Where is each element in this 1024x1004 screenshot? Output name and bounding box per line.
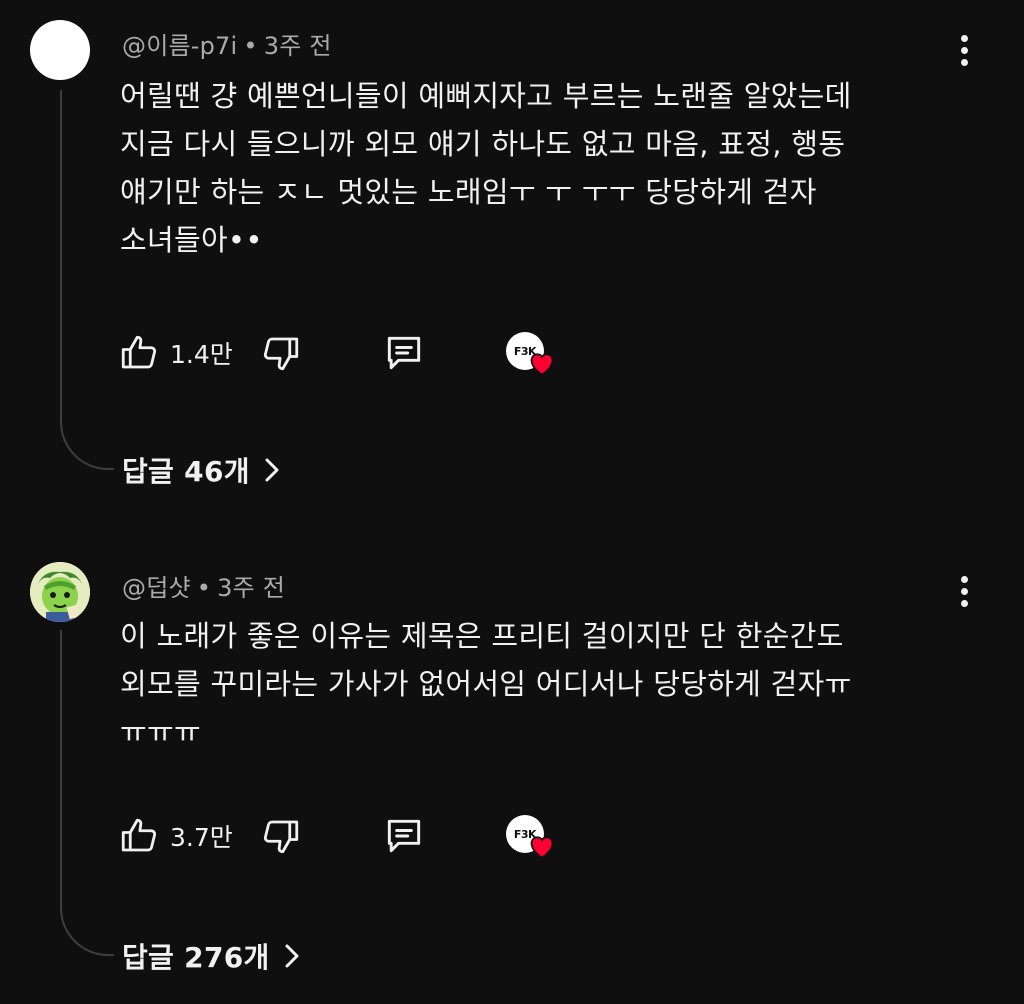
heart-icon (530, 353, 554, 376)
comment-actions: 3.7만 F3K (118, 811, 578, 861)
like-button[interactable]: 3.7만 (118, 811, 233, 861)
heart-icon (530, 836, 554, 859)
comment-icon (387, 336, 421, 370)
comment-time[interactable]: 3주 전 (217, 574, 285, 602)
chevron-right-icon (285, 944, 299, 968)
like-button[interactable]: 1.4만 (118, 328, 233, 378)
like-count: 3.7만 (170, 823, 233, 852)
view-replies-button[interactable]: 답글 276개 (122, 934, 300, 978)
thumbs-up-icon (121, 818, 157, 852)
dislike-button[interactable] (260, 328, 302, 378)
more-vertical-icon[interactable] (950, 571, 978, 611)
creator-heart-badge: F3K (506, 330, 556, 380)
reply-button[interactable] (382, 328, 426, 378)
author-name[interactable]: @이름-p7i (122, 32, 237, 60)
view-replies-button[interactable]: 답글 46개 (122, 448, 280, 492)
dislike-button[interactable] (260, 811, 302, 861)
comment-time[interactable]: 3주 전 (264, 32, 332, 60)
replies-label: 답글 46개 (122, 455, 250, 488)
separator-dot: • (196, 574, 212, 602)
comment-text: 이 노래가 좋은 이유는 제목은 프리티 걸이지만 단 한순간도 외모를 꾸미라… (120, 619, 852, 749)
thread-line (60, 630, 114, 956)
reply-button[interactable] (382, 811, 426, 861)
comment-icon (387, 819, 421, 853)
separator-dot: • (243, 32, 258, 60)
chevron-right-icon (265, 458, 279, 482)
thread-line (60, 90, 114, 470)
creator-heart-badge: F3K (506, 813, 556, 863)
comment-actions: 1.4만 F3K (118, 328, 578, 378)
comments-page: @이름-p7i • 3주 전 어릴땐 걍 예쁜언니들이 예뻐지자고 부르는 노랜줄 … (0, 0, 1024, 1004)
avatar[interactable] (30, 562, 90, 622)
character-avatar-image (30, 562, 90, 622)
comment-text: 어릴땐 걍 예쁜언니들이 예뻐지자고 부르는 노랜줄 알았는데 지금 다시 들으… (120, 79, 852, 257)
like-count: 1.4만 (170, 340, 233, 369)
comment-header: @이름-p7i • 3주 전 (122, 26, 332, 61)
thumbs-down-icon (263, 337, 299, 371)
thumbs-up-icon (121, 335, 157, 369)
replies-label: 답글 276개 (122, 941, 270, 974)
thumbs-down-icon (263, 820, 299, 854)
author-name[interactable]: @덥샷 (122, 574, 191, 602)
avatar[interactable] (30, 20, 90, 80)
comment-header: @덥샷 • 3주 전 (122, 568, 285, 603)
more-vertical-icon[interactable] (950, 30, 978, 70)
